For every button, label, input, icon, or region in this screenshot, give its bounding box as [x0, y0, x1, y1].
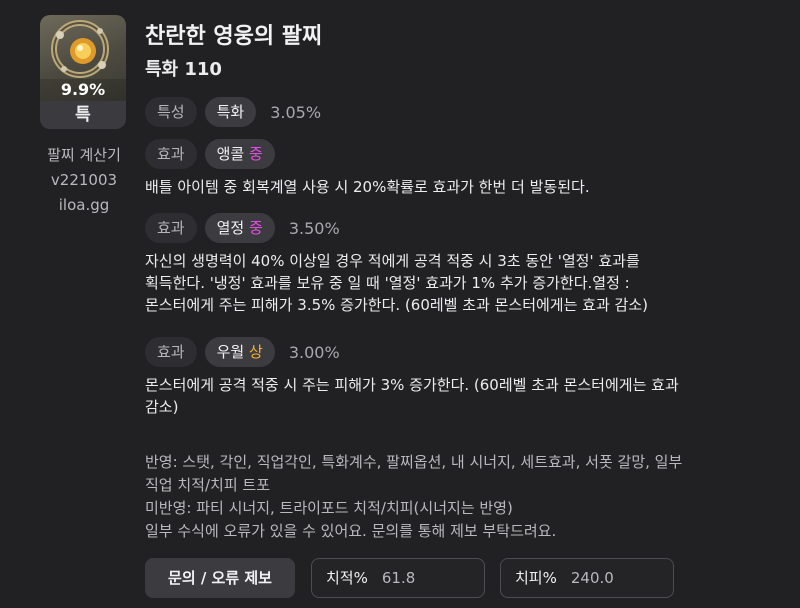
item-subtitle: 특화 110 — [145, 59, 222, 80]
item-card: 9.9% 특 팔찌 계산기 v221003 iloa.gg — [40, 15, 128, 218]
stat-row: 특성 특화 3.05% — [145, 96, 321, 128]
desc-line: 몬스터에게 공격 적중 시 주는 피해가 3% 증가한다. (60레벨 초과 몬… — [145, 376, 679, 394]
crit-rate-label: 치적% — [326, 569, 368, 587]
effect-desc-encore: 배틀 아이템 중 회복계열 사용 시 20%확률로 효과가 한번 더 발동된다. — [145, 176, 775, 198]
effect-value: 3.50% — [288, 218, 340, 238]
credit-app-name: 팔찌 계산기 — [47, 146, 121, 164]
effect-row-encore: 효과 앵콜 중 — [145, 138, 283, 170]
item-title: 찬란한 영웅의 팔찌 — [145, 24, 323, 49]
effect-grade: 상 — [249, 343, 263, 361]
effect-name-chip: 앵콜 중 — [204, 139, 275, 169]
effect-grade: 중 — [249, 145, 263, 163]
effect-row-superiority: 효과 우월 상 3.00% — [145, 336, 340, 368]
effect-row-passion: 효과 열정 중 3.50% — [145, 212, 340, 244]
desc-line: 몬스터에게 주는 피해가 3.5% 증가한다. (60레벨 초과 몬스터에게는 … — [145, 296, 648, 314]
stat-name: 특화 — [204, 97, 257, 127]
note-line: 반영: 스탯, 각인, 직업각인, 특화계수, 팔찌옵션, 내 시너지, 세트효… — [145, 453, 683, 471]
effect-name-chip: 우월 상 — [204, 337, 275, 367]
effect-desc-superiority: 몬스터에게 공격 적중 시 주는 피해가 3% 증가한다. (60레벨 초과 몬… — [145, 374, 775, 418]
note-line: 일부 수식에 오류가 있을 수 있어요. 문의를 통해 제보 부탁드려요. — [145, 522, 557, 540]
credits: 팔찌 계산기 v221003 iloa.gg — [40, 143, 128, 218]
report-button[interactable]: 문의 / 오류 제보 — [145, 558, 295, 598]
bracelet-icon: 9.9% — [40, 15, 126, 101]
stat-tag: 특성 — [145, 97, 197, 127]
desc-line: 자신의 생명력이 40% 이상일 경우 적에게 공격 적중 시 3초 동안 '열… — [145, 252, 640, 270]
note-line: 미반영: 파티 시너지, 트라이포드 치적/치피(시너지는 반영) — [145, 499, 513, 517]
effect-tag: 효과 — [145, 139, 197, 169]
stat-value: 3.05% — [270, 102, 322, 122]
effect-name: 앵콜 — [216, 145, 245, 163]
effect-value: 3.00% — [288, 342, 340, 362]
crit-damage-label: 치피% — [515, 569, 557, 587]
effect-name: 열정 — [216, 219, 245, 237]
crit-damage-field[interactable]: 치피% 240.0 — [500, 558, 674, 598]
desc-line: 감소) — [145, 398, 179, 416]
credit-site: iloa.gg — [58, 196, 110, 214]
item-tier-badge: 특 — [40, 101, 126, 129]
effect-name: 우월 — [216, 343, 245, 361]
calc-notes: 반영: 스탯, 각인, 직업각인, 특화계수, 팔찌옵션, 내 시너지, 세트효… — [145, 451, 775, 543]
note-line: 직업 치적/치피 트포 — [145, 476, 270, 494]
desc-line: 획득한다. '냉정' 효과를 보유 중 일 때 '열정' 효과가 1% 추가 증… — [145, 274, 630, 292]
credit-version: v221003 — [50, 171, 118, 189]
crit-rate-field[interactable]: 치적% 61.8 — [311, 558, 485, 598]
effect-tag: 효과 — [145, 337, 197, 367]
desc-line: 배틀 아이템 중 회복계열 사용 시 20%확률로 효과가 한번 더 발동된다. — [145, 178, 590, 196]
effect-tag: 효과 — [145, 213, 197, 243]
item-percent: 9.9% — [40, 79, 126, 101]
crit-rate-value: 61.8 — [381, 569, 416, 587]
effect-desc-passion: 자신의 생명력이 40% 이상일 경우 적에게 공격 적중 시 3초 동안 '열… — [145, 250, 775, 316]
effect-grade: 중 — [249, 219, 263, 237]
effect-name-chip: 열정 중 — [204, 213, 275, 243]
crit-damage-value: 240.0 — [570, 569, 614, 587]
